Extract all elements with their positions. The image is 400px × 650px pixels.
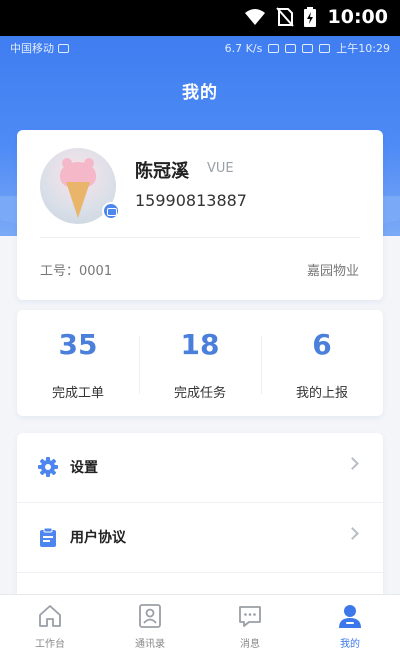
stat-completed-orders[interactable]: 35 完成工单 bbox=[17, 310, 139, 416]
profile-card: 陈冠溪 VUE 15990813887 工号：0001 嘉园物业 bbox=[17, 130, 383, 300]
tab-label: 工作台 bbox=[35, 639, 65, 650]
battery-icon bbox=[303, 7, 316, 27]
user-tag: VUE bbox=[207, 161, 234, 176]
tab-label: 我的 bbox=[340, 639, 360, 650]
system-clock: 10:00 bbox=[327, 6, 388, 28]
chevron-right-icon bbox=[346, 527, 359, 540]
menu-item-label: 设置 bbox=[70, 460, 98, 476]
app-notification-icon bbox=[58, 43, 69, 53]
camera-icon[interactable] bbox=[102, 202, 120, 220]
stat-label: 完成工单 bbox=[51, 386, 104, 401]
system-status-bar: 10:00 bbox=[0, 0, 400, 36]
page-title: 我的 bbox=[182, 83, 218, 103]
stat-label: 我的上报 bbox=[295, 386, 348, 401]
bottom-tab-bar: 工作台 通讯录 消息 我的 bbox=[0, 594, 400, 650]
user-name: 陈冠溪 bbox=[135, 161, 189, 182]
tab-label: 消息 bbox=[240, 639, 260, 650]
phone-status-bar: 中国移动 6.7 K/s 上午10:29 bbox=[10, 40, 390, 56]
phone-battery-icon bbox=[319, 43, 331, 53]
clipboard-icon bbox=[40, 527, 56, 547]
stat-value: 35 bbox=[58, 328, 98, 361]
stat-my-reports[interactable]: 6 我的上报 bbox=[261, 310, 383, 416]
network-speed: 6.7 K/s bbox=[224, 41, 263, 55]
tab-mine[interactable]: 我的 bbox=[300, 595, 400, 650]
tab-label: 通讯录 bbox=[135, 639, 165, 650]
stat-value: 18 bbox=[180, 328, 220, 361]
signal-icon bbox=[302, 43, 314, 53]
stat-completed-tasks[interactable]: 18 完成任务 bbox=[139, 310, 261, 416]
tab-workbench[interactable]: 工作台 bbox=[0, 595, 100, 650]
carrier-label: 中国移动 bbox=[10, 42, 54, 55]
nfc-icon bbox=[268, 43, 280, 53]
system-icons: 10:00 bbox=[244, 6, 388, 28]
stat-label: 完成任务 bbox=[173, 386, 226, 401]
no-sim-icon bbox=[275, 7, 294, 27]
contacts-icon bbox=[139, 604, 161, 628]
menu-item-label: 用户协议 bbox=[70, 530, 126, 546]
gear-icon bbox=[38, 457, 58, 477]
job-number: 工号：0001 bbox=[40, 264, 113, 279]
stat-value: 6 bbox=[312, 328, 332, 361]
profile-divider bbox=[40, 237, 360, 238]
chevron-right-icon bbox=[346, 457, 359, 470]
menu-divider bbox=[17, 572, 383, 573]
hd-icon bbox=[285, 43, 297, 53]
tab-contacts[interactable]: 通讯录 bbox=[100, 595, 200, 650]
message-icon bbox=[239, 606, 261, 627]
menu-item-settings[interactable]: 设置 bbox=[17, 433, 383, 503]
user-phone: 15990813887 bbox=[135, 191, 247, 210]
status-time: 上午10:29 bbox=[336, 42, 390, 55]
user-icon bbox=[339, 605, 361, 628]
wifi-icon bbox=[244, 9, 265, 25]
company-name: 嘉园物业 bbox=[306, 264, 359, 279]
stats-card: 35 完成工单 18 完成任务 6 我的上报 bbox=[17, 310, 383, 416]
home-icon bbox=[39, 605, 61, 627]
menu-card: 设置 用户协议 bbox=[17, 433, 383, 608]
menu-item-user-agreement[interactable]: 用户协议 bbox=[17, 503, 383, 573]
tab-messages[interactable]: 消息 bbox=[200, 595, 300, 650]
